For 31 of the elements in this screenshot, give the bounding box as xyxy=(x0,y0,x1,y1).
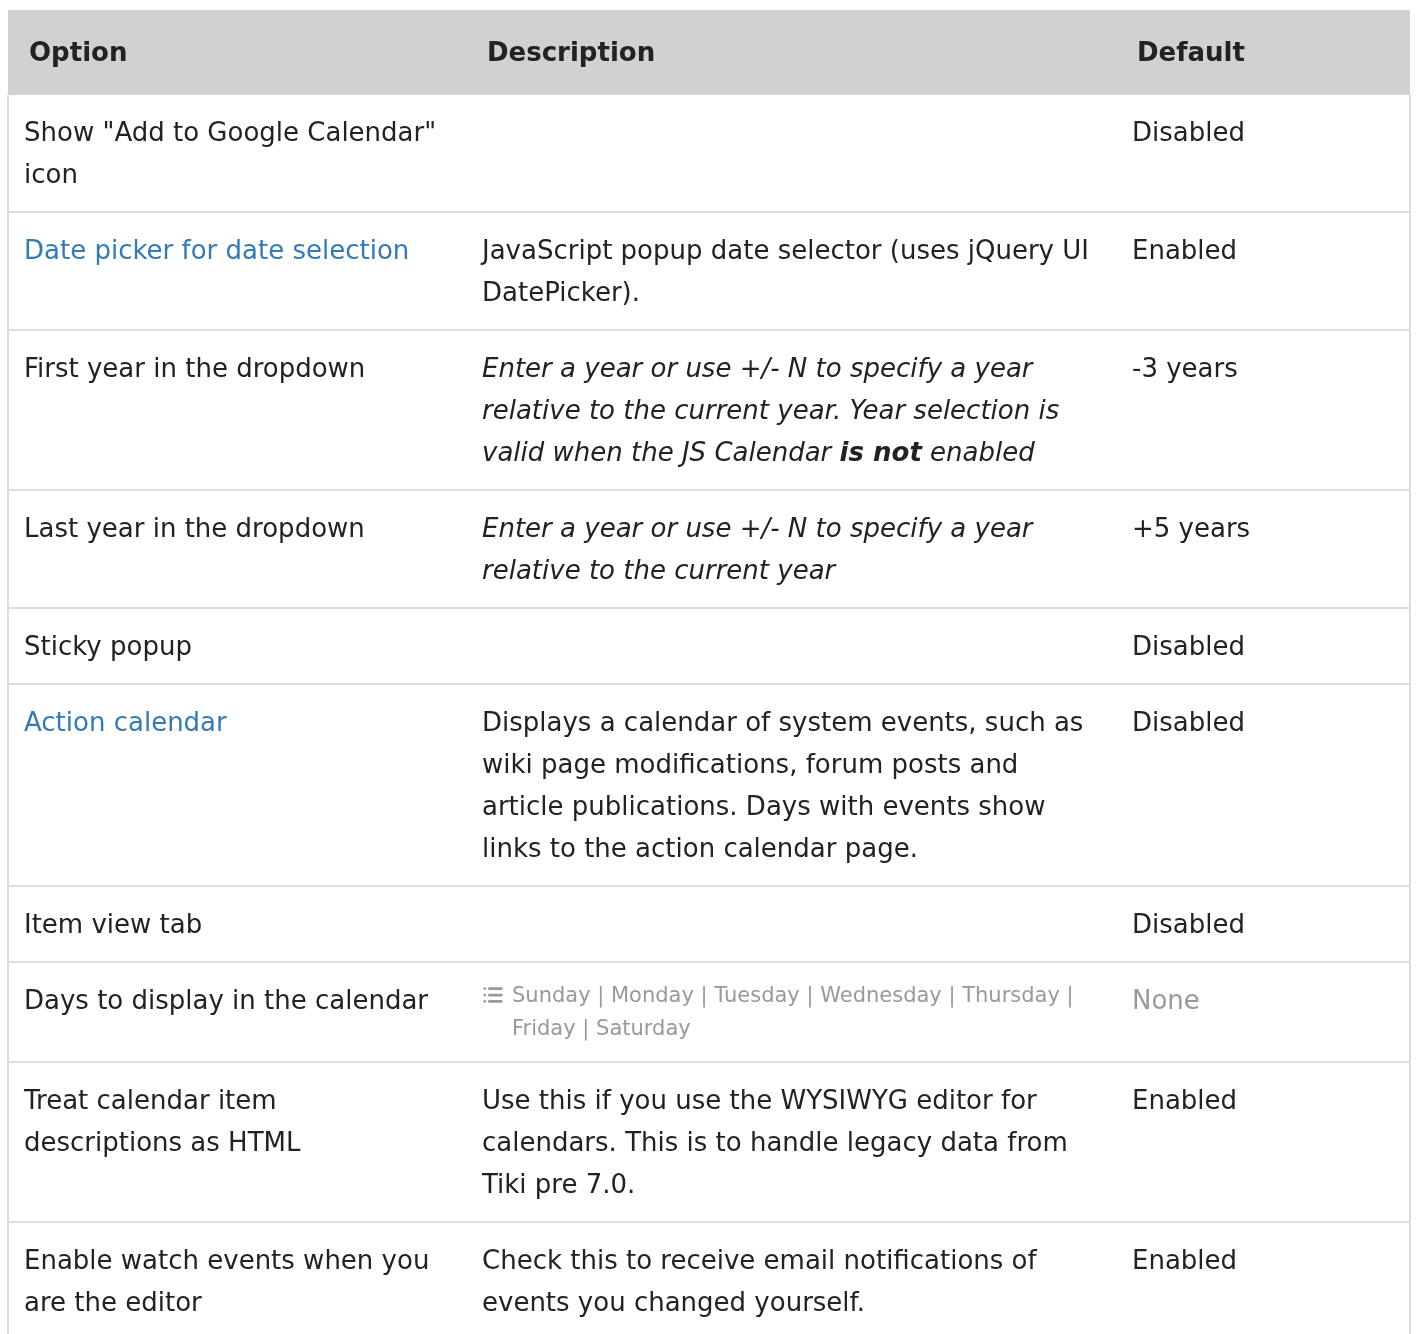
option-text: Enable watch events when you are the editor xyxy=(24,1245,430,1317)
option-text: Days to display in the calendar xyxy=(24,985,429,1015)
description-text: JavaScript popup date selector (uses jQuery UI DatePicker). xyxy=(482,235,1089,307)
default-value: +5 years xyxy=(1132,513,1251,543)
default-value: Disabled xyxy=(1132,707,1245,737)
option-text: Treat calendar item descriptions as HTML xyxy=(24,1085,301,1157)
default-value: Disabled xyxy=(1132,909,1245,939)
default-value: Enabled xyxy=(1132,1085,1238,1115)
option-text: Show "Add to Google Calendar" icon xyxy=(24,117,437,189)
days-list-text: Sunday | Monday | Tuesday | Wednesday | Thursday | Friday | Saturday xyxy=(512,982,1075,1043)
default-value: None xyxy=(1132,985,1200,1015)
column-header: Option xyxy=(29,37,128,67)
default-value: Disabled xyxy=(1132,117,1245,147)
option-link[interactable]: Action calendar xyxy=(24,707,227,737)
description-text: Displays a calendar of system events, such as wiki page modifications, forum posts and article publications. Days with events show links to the action calendar page. xyxy=(482,707,1084,863)
description-text: Enter a year or use +/- N to specify a year relative to the current year. Year selection is valid when the JS Calendar is not enabled xyxy=(482,353,1060,467)
column-header: Default xyxy=(1137,37,1245,67)
list-icon xyxy=(482,984,504,1006)
default-value: Disabled xyxy=(1132,631,1245,661)
description-text: Enter a year or use +/- N to specify a year relative to the current year xyxy=(482,513,1033,585)
option-text: First year in the dropdown xyxy=(24,353,366,383)
default-value: Enabled xyxy=(1132,235,1238,265)
column-header: Description xyxy=(487,37,656,67)
description-text: Check this to receive email notifications of events you changed yourself. xyxy=(482,1245,1037,1317)
option-link[interactable]: Date picker for date selection xyxy=(24,235,410,265)
option-text: Sticky popup xyxy=(24,631,192,661)
option-text: Last year in the dropdown xyxy=(24,513,365,543)
option-text: Item view tab xyxy=(24,909,203,939)
default-value: -3 years xyxy=(1132,353,1238,383)
default-value: Enabled xyxy=(1132,1245,1238,1275)
description-text: Use this if you use the WYSIWYG editor for calendars. This is to handle legacy data from Tiki pre 7.0. xyxy=(482,1085,1068,1199)
